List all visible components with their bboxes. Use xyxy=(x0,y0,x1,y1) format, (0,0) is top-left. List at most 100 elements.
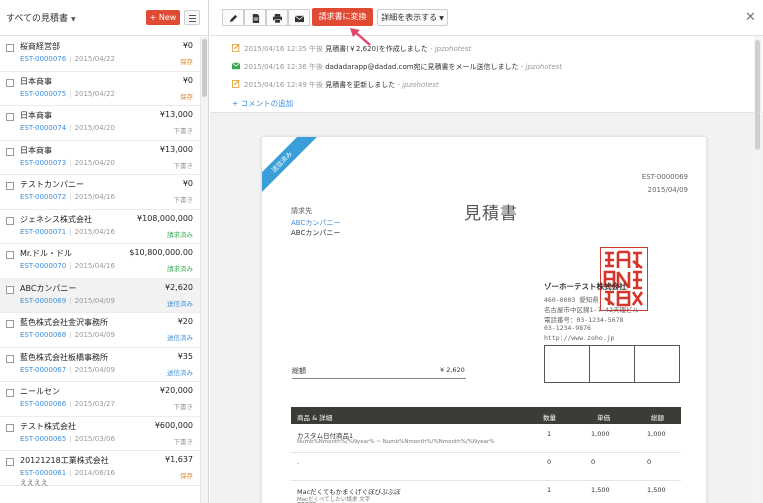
list-scroll-thumb[interactable] xyxy=(202,39,207,97)
estimate-number[interactable]: EST-0000072 xyxy=(20,193,66,201)
estimate-meta: EST-0000065 | 2015/03/06 xyxy=(20,435,115,443)
list-scrollbar[interactable] xyxy=(200,37,208,503)
list-item[interactable]: 日本商事 ¥13,000 EST-0000073 | 2015/04/20 下書き xyxy=(0,141,200,175)
new-estimate-button[interactable]: + New xyxy=(146,10,180,25)
print-button[interactable] xyxy=(266,9,288,26)
meta-separator: | xyxy=(69,193,72,201)
estimate-number[interactable]: EST-0000065 xyxy=(20,435,66,443)
estimate-amount: ¥13,000 xyxy=(159,144,193,154)
row-checkbox[interactable] xyxy=(6,423,14,432)
row-checkbox[interactable] xyxy=(6,182,14,190)
row-checkbox[interactable] xyxy=(6,320,14,328)
estimate-note: ええええ xyxy=(20,479,48,487)
company-seal-stamp xyxy=(600,247,648,311)
print-icon xyxy=(273,14,282,23)
row-checkbox[interactable] xyxy=(6,113,14,121)
list-item[interactable]: ABCカンパニー ¥2,620 EST-0000069 | 2015/04/09 送信済み xyxy=(0,278,200,313)
row-checkbox[interactable] xyxy=(6,147,14,156)
detail-scrollbar[interactable] xyxy=(754,36,762,503)
list-item[interactable]: 桜商経営部 ¥0 EST-0000076 | 2015/04/22 保存 xyxy=(0,37,200,72)
list-item[interactable]: テストカンパニー ¥0 EST-0000072 | 2015/04/16 下書き xyxy=(0,175,200,210)
row-checkbox[interactable] xyxy=(6,251,14,259)
table-row: カスタム日付商品1 Numb%Nmonth%/%Nyear% ~ Numb%Nmo… xyxy=(291,427,681,453)
item-amount: 0 xyxy=(647,458,652,466)
list-item[interactable]: Mr.ドル・ドル $10,800,000.00 EST-0000070 | 2015/0… xyxy=(0,244,200,279)
list-item[interactable]: ジェネシス株式会社 ¥108,000,000 EST-0000071 | 2015/04… xyxy=(0,210,200,244)
estimate-number[interactable]: EST-0000066 xyxy=(20,400,66,408)
pdf-button[interactable] xyxy=(244,9,266,26)
pdf-icon xyxy=(252,14,260,23)
history-time: 2015/04/16 12:49 午後 xyxy=(244,81,323,89)
customer-name: 日本商事 xyxy=(20,111,52,120)
estimate-number[interactable]: EST-0000071 xyxy=(20,228,66,236)
row-checkbox[interactable] xyxy=(6,389,14,397)
list-item[interactable]: 藍色株式会社板橋事務所 ¥35 EST-0000067 | 2015/04/09 送信済み xyxy=(0,348,200,382)
company-fax: 03-1234-9876 xyxy=(544,324,591,332)
table-row: MacだくてもかまくげぐぼびぷぶぼMacだくべてしたい請求 文字ZZZZZ11,… xyxy=(291,483,681,503)
list-item[interactable]: 20121218工業株式会社 ¥1,637 EST-0000061 | 2014/06/… xyxy=(0,451,200,487)
list-item[interactable]: 日本商事 ¥0 EST-0000075 | 2015/04/22 保存 xyxy=(0,72,200,106)
row-checkbox[interactable] xyxy=(6,216,14,225)
estimate-meta: EST-0000061 | 2014/06/16 xyxy=(20,469,115,477)
bill-to-link[interactable]: ABCカンパニー xyxy=(291,218,340,228)
list-item[interactable]: 藍色株式会社金沢事務所 ¥20 EST-0000068 | 2015/04/09 送信済み xyxy=(0,313,200,348)
row-checkbox[interactable] xyxy=(6,78,14,87)
document-preview-area: 送信済み EST-0000069 2015/04/09 見積書 請求先 ABCカ… xyxy=(210,112,763,503)
estimate-date: 2015/03/27 xyxy=(74,400,115,408)
chevron-down-icon: ▼ xyxy=(439,15,444,22)
estimate-date: 2015/04/09 xyxy=(74,296,115,305)
history-text: 2015/04/16 12:35 午後 見積書(￥2,620)を作成しました -… xyxy=(244,44,471,54)
meta-separator: | xyxy=(69,262,72,270)
show-details-dropdown[interactable]: 詳細を表示する ▼ xyxy=(377,9,448,26)
show-details-label: 詳細を表示する xyxy=(381,13,438,22)
customer-name: テストカンパニー xyxy=(20,180,84,189)
estimate-number[interactable]: EST-0000067 xyxy=(20,366,66,374)
row-checkbox[interactable] xyxy=(6,44,14,52)
item-price: 1,000 xyxy=(591,430,610,438)
estimate-number[interactable]: EST-0000073 xyxy=(20,159,66,167)
estimate-list: 桜商経営部 ¥0 EST-0000076 | 2015/04/22 保存 日本商事 ¥0 EST… xyxy=(0,37,200,487)
estimate-number[interactable]: EST-0000069 xyxy=(20,297,66,305)
company-phone: 電話番号：03-1234-5678 xyxy=(544,316,624,324)
estimate-number[interactable]: EST-0000068 xyxy=(20,331,66,339)
history-time: 2015/04/16 12:35 午後 xyxy=(244,45,323,53)
list-header: すべての見積書 ▼ + New xyxy=(0,0,208,36)
estimate-meta: EST-0000072 | 2015/04/16 xyxy=(20,193,115,201)
document-title: 見積書 xyxy=(464,204,518,224)
detail-scroll-thumb[interactable] xyxy=(755,40,760,150)
estimate-number[interactable]: EST-0000070 xyxy=(20,262,66,270)
row-checkbox[interactable] xyxy=(6,285,14,294)
total-value: ¥ 2,620 xyxy=(440,366,465,374)
estimate-date: 2015/04/16 xyxy=(74,227,115,236)
estimate-number[interactable]: EST-0000075 xyxy=(20,90,66,98)
history-message: dadadarapp@dadad.com宛に見積書をメール送信しました xyxy=(325,63,519,71)
list-menu-button[interactable] xyxy=(184,10,200,25)
row-checkbox[interactable] xyxy=(6,354,14,363)
status-badge: 保存 xyxy=(180,58,193,66)
estimate-list-panel: すべての見積書 ▼ + New 桜商経営部 ¥0 EST-0000076 | 2015/0… xyxy=(0,0,209,503)
edit-icon xyxy=(229,14,238,23)
list-item[interactable]: テスト株式会社 ¥600,000 EST-0000065 | 2015/03/06 下書き xyxy=(0,417,200,451)
history-user: - jpzohotest xyxy=(520,63,563,71)
list-filter-dropdown[interactable]: すべての見積書 ▼ xyxy=(6,11,76,24)
edit-button[interactable] xyxy=(222,9,244,26)
estimate-amount: ¥2,620 xyxy=(165,282,193,292)
estimate-number[interactable]: EST-0000061 xyxy=(20,469,66,477)
estimate-number[interactable]: EST-0000076 xyxy=(20,55,66,63)
mail-button[interactable] xyxy=(288,9,310,26)
item-name: . xyxy=(297,458,300,466)
meta-separator: | xyxy=(69,158,72,167)
estimate-date: 2015/04/09 xyxy=(74,365,115,374)
estimate-number[interactable]: EST-0000074 xyxy=(20,124,66,132)
convert-to-invoice-button[interactable]: 請求書に変換 xyxy=(312,8,373,26)
history-entry: 2015/04/16 12:36 午後 dadadarapp@dadad.com… xyxy=(230,62,730,74)
row-checkbox[interactable] xyxy=(6,458,14,466)
status-badge: 保存 xyxy=(180,472,193,480)
list-item[interactable]: ニールセン ¥20,000 EST-0000066 | 2015/03/27 下書き xyxy=(0,382,200,417)
customer-name: 日本商事 xyxy=(20,145,52,155)
close-icon[interactable]: ✕ xyxy=(745,10,756,25)
estimate-amount: $10,800,000.00 xyxy=(129,248,193,257)
list-item[interactable]: 日本商事 ¥13,000 EST-0000074 | 2015/04/20 下書き xyxy=(0,106,200,141)
add-comment-link[interactable]: + コメントの追加 xyxy=(232,98,293,109)
table-row: . 0 0 0 xyxy=(291,455,681,481)
